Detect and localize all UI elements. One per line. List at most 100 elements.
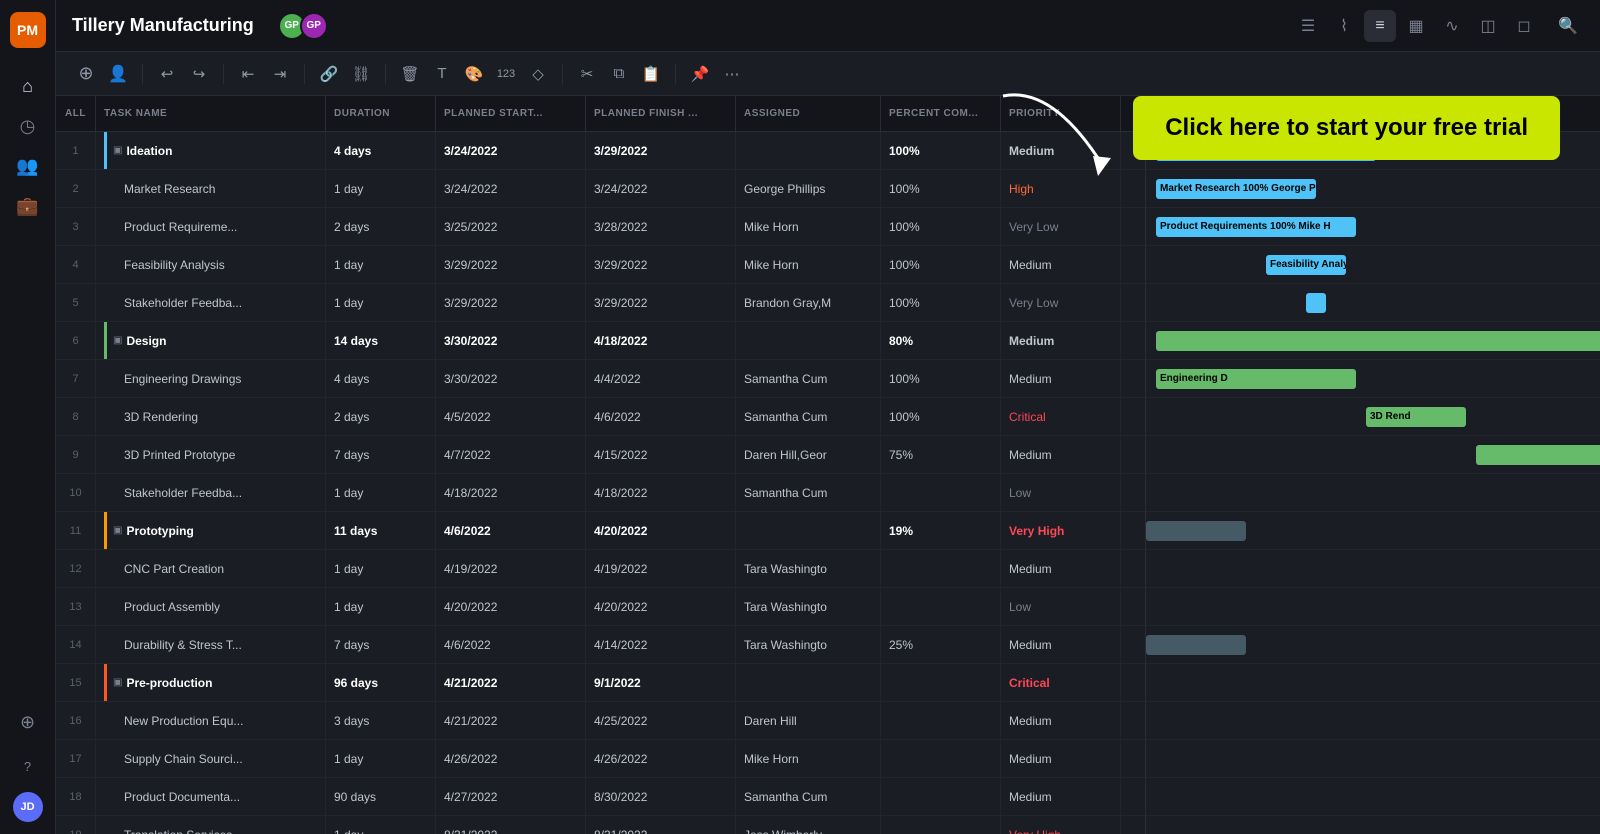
gantt-row: Feasibility Analysis 100% Mike H	[1146, 246, 1600, 284]
sidebar-item-clock[interactable]: ◷	[10, 108, 46, 144]
table-row[interactable]: 15▣ Pre-production96 days4/21/20229/1/20…	[56, 664, 1145, 702]
number-btn[interactable]: 123	[492, 60, 520, 88]
finish-cell: 4/26/2022	[586, 740, 736, 777]
task-name-cell: Engineering Drawings	[96, 360, 326, 397]
percent-cell: 75%	[881, 436, 1001, 473]
table-row[interactable]: 17Supply Chain Sourci...1 day4/26/20224/…	[56, 740, 1145, 778]
table-row[interactable]: 12CNC Part Creation1 day4/19/20224/19/20…	[56, 550, 1145, 588]
col-start: PLANNED START...	[436, 96, 586, 131]
cut-btn[interactable]: ✂	[573, 60, 601, 88]
indent-btn[interactable]: ⇥	[266, 60, 294, 88]
table-row[interactable]: 18Product Documenta...90 days4/27/20228/…	[56, 778, 1145, 816]
row-number: 3	[56, 208, 96, 245]
gantt-row	[1146, 284, 1600, 322]
duration-cell: 7 days	[326, 436, 436, 473]
sidebar-item-add[interactable]: ⊕	[10, 704, 46, 740]
sidebar-item-home[interactable]: ⌂	[10, 68, 46, 104]
task-name-cell: Stakeholder Feedba...	[96, 474, 326, 511]
start-cell: 3/29/2022	[436, 246, 586, 283]
finish-cell: 4/18/2022	[586, 322, 736, 359]
view-calendar[interactable]: ◫	[1472, 10, 1504, 42]
start-cell: 4/20/2022	[436, 588, 586, 625]
view-list[interactable]: ☰	[1292, 10, 1324, 42]
paste-btn[interactable]: 📋	[637, 60, 665, 88]
redo-btn[interactable]: ↪	[185, 60, 213, 88]
start-cell: 3/24/2022	[436, 170, 586, 207]
view-table[interactable]: ▦	[1400, 10, 1432, 42]
baseline-btn[interactable]: 📌	[686, 60, 714, 88]
copy-btn[interactable]: ⧉	[605, 60, 633, 88]
avatar-2[interactable]: GP	[300, 12, 328, 40]
search-icon[interactable]: 🔍	[1552, 10, 1584, 42]
percent-cell: 100%	[881, 170, 1001, 207]
table-row[interactable]: 14Durability & Stress T...7 days4/6/2022…	[56, 626, 1145, 664]
table-row[interactable]: 10Stakeholder Feedba...1 day4/18/20224/1…	[56, 474, 1145, 512]
table-row[interactable]: 93D Printed Prototype7 days4/7/20224/15/…	[56, 436, 1145, 474]
sidebar-item-help[interactable]: ?	[10, 748, 46, 784]
unlink-btn[interactable]: ⛓	[347, 60, 375, 88]
table-header: ALL TASK NAME DURATION PLANNED START... …	[56, 96, 1145, 132]
start-cell: 4/19/2022	[436, 550, 586, 587]
main-area: Tillery Manufacturing GP GP ☰ ⌇ ≡ ▦ ∿ ◫ …	[56, 0, 1600, 834]
priority-cell: Low	[1001, 588, 1121, 625]
start-cell: 3/24/2022	[436, 132, 586, 169]
delete-btn[interactable]: 🗑	[396, 60, 424, 88]
gantt-row	[1146, 702, 1600, 740]
assigned-cell: Tara Washingto	[736, 588, 881, 625]
table-row[interactable]: 6▣ Design14 days3/30/20224/18/202280%Med…	[56, 322, 1145, 360]
view-gantt[interactable]: ≡	[1364, 10, 1396, 42]
table-row[interactable]: 11▣ Prototyping11 days4/6/20224/20/20221…	[56, 512, 1145, 550]
free-trial-banner[interactable]: Click here to start your free trial	[1133, 96, 1560, 160]
table-row[interactable]: 2Market Research1 day3/24/20223/24/2022G…	[56, 170, 1145, 208]
gantt-row	[1146, 664, 1600, 702]
assigned-cell: Mike Horn	[736, 246, 881, 283]
priority-cell: Medium	[1001, 322, 1121, 359]
table-row[interactable]: 3Product Requireme...2 days3/25/20223/28…	[56, 208, 1145, 246]
duration-cell: 90 days	[326, 778, 436, 815]
add-user-btn[interactable]: 👤	[104, 60, 132, 88]
col-percent: PERCENT COM...	[881, 96, 1001, 131]
text-btn[interactable]: T	[428, 60, 456, 88]
view-columns[interactable]: ⌇	[1328, 10, 1360, 42]
table-row[interactable]: 1▣ Ideation4 days3/24/20223/29/2022100%M…	[56, 132, 1145, 170]
task-name-cell: ▣ Pre-production	[96, 664, 326, 701]
content-area: ALL TASK NAME DURATION PLANNED START... …	[56, 96, 1600, 834]
gantt-bar: 3D Rend	[1366, 407, 1466, 427]
duration-cell: 11 days	[326, 512, 436, 549]
app-logo[interactable]: PM	[10, 12, 46, 48]
task-name-cell: ▣ Ideation	[96, 132, 326, 169]
sidebar-item-briefcase[interactable]: 💼	[10, 188, 46, 224]
finish-cell: 4/4/2022	[586, 360, 736, 397]
percent-cell	[881, 778, 1001, 815]
view-chart[interactable]: ∿	[1436, 10, 1468, 42]
table-body[interactable]: 1▣ Ideation4 days3/24/20223/29/2022100%M…	[56, 132, 1145, 834]
table-row[interactable]: 7Engineering Drawings4 days3/30/20224/4/…	[56, 360, 1145, 398]
add-btn[interactable]: ⊕	[72, 60, 100, 88]
priority-cell: Medium	[1001, 702, 1121, 739]
sidebar-item-team[interactable]: 👥	[10, 148, 46, 184]
paint-btn[interactable]: 🎨	[460, 60, 488, 88]
start-cell: 4/5/2022	[436, 398, 586, 435]
table-row[interactable]: 16New Production Equ...3 days4/21/20224/…	[56, 702, 1145, 740]
finish-cell: 3/28/2022	[586, 208, 736, 245]
link-btn[interactable]: 🔗	[315, 60, 343, 88]
view-file[interactable]: ◻	[1508, 10, 1540, 42]
shape-btn[interactable]: ◇	[524, 60, 552, 88]
start-cell: 4/6/2022	[436, 626, 586, 663]
row-number: 17	[56, 740, 96, 777]
outdent-btn[interactable]: ⇤	[234, 60, 262, 88]
undo-btn[interactable]: ↩	[153, 60, 181, 88]
table-row[interactable]: 4Feasibility Analysis1 day3/29/20223/29/…	[56, 246, 1145, 284]
finish-cell: 4/18/2022	[586, 474, 736, 511]
percent-cell: 100%	[881, 132, 1001, 169]
table-row[interactable]: 83D Rendering2 days4/5/20224/6/2022Saman…	[56, 398, 1145, 436]
toolbar-sep-2	[223, 64, 224, 84]
gantt-row	[1146, 550, 1600, 588]
toolbar-sep-6	[675, 64, 676, 84]
more-btn[interactable]: ⋯	[718, 60, 746, 88]
user-avatar-sidebar[interactable]: JD	[13, 792, 43, 822]
table-row[interactable]: 19Translation Services1 day8/31/20228/31…	[56, 816, 1145, 834]
table-row[interactable]: 5Stakeholder Feedba...1 day3/29/20223/29…	[56, 284, 1145, 322]
table-row[interactable]: 13Product Assembly1 day4/20/20224/20/202…	[56, 588, 1145, 626]
finish-cell: 3/29/2022	[586, 284, 736, 321]
